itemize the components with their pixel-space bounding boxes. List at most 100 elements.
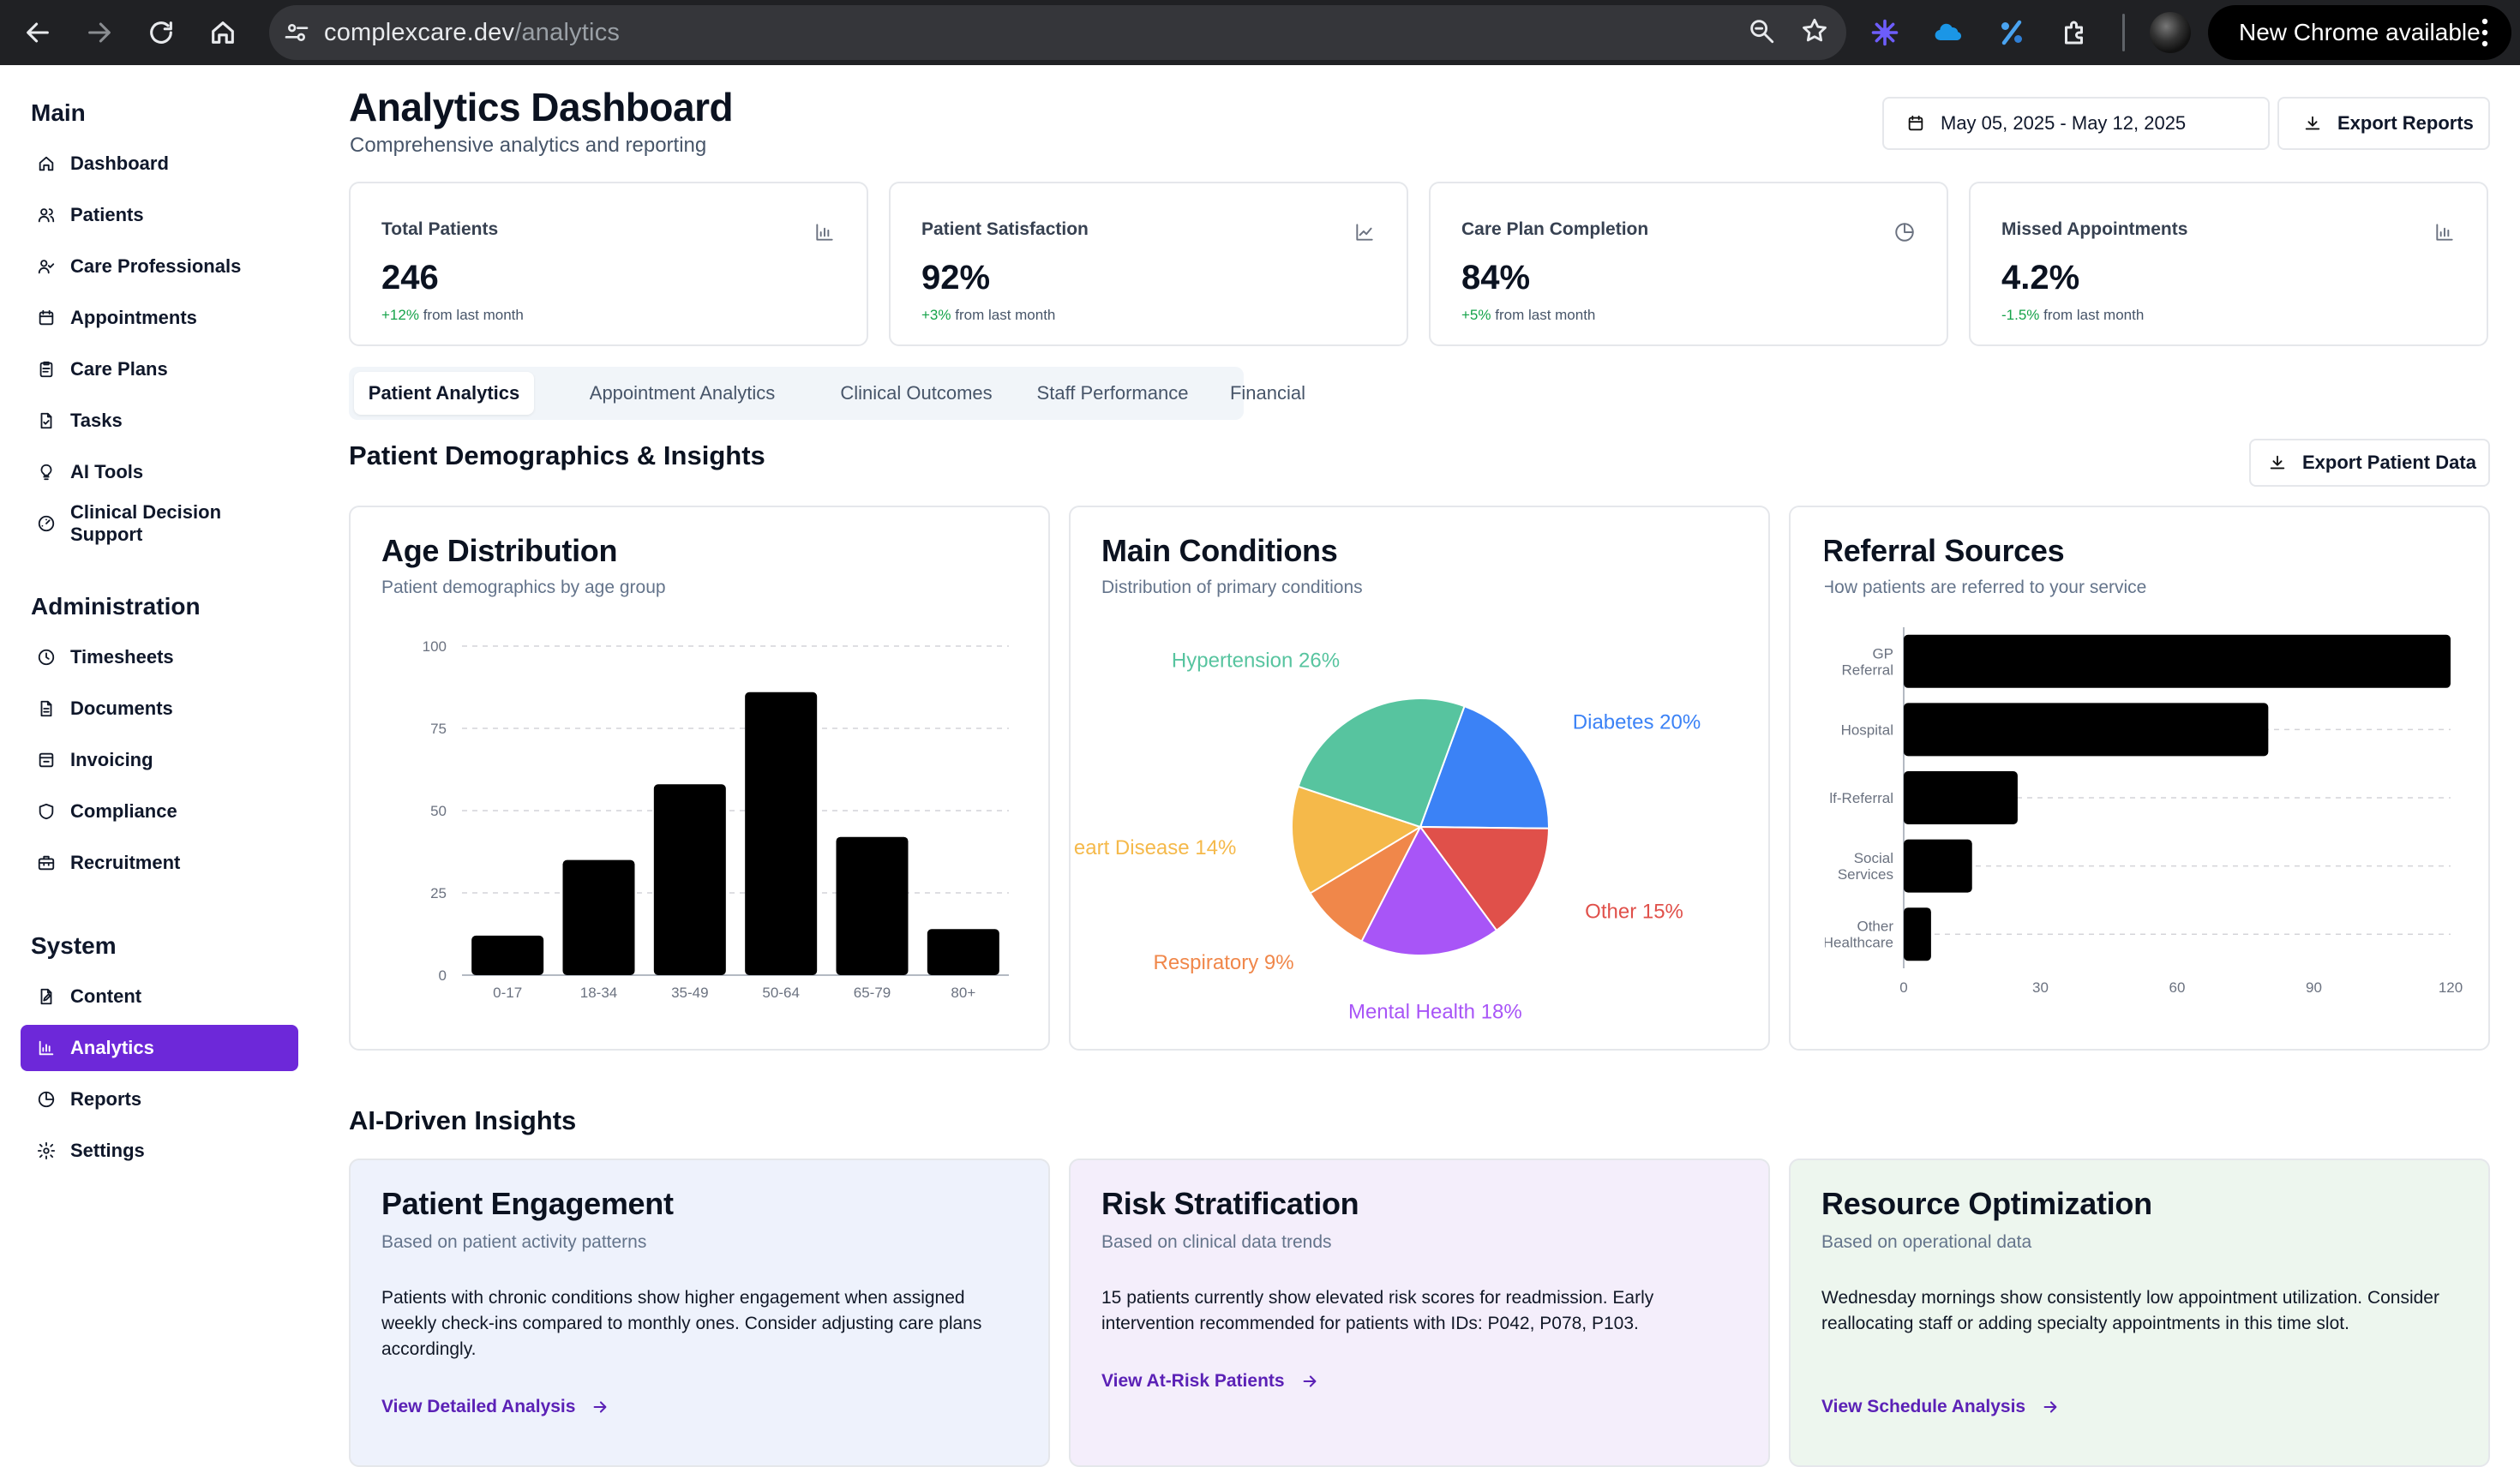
x-tick-label: 35-49 [671,985,708,1001]
sidebar-item-tasks[interactable]: Tasks [21,398,298,444]
pie-label: Mental Health 18% [1348,1000,1522,1023]
zoom-icon[interactable] [1747,16,1776,50]
stat-value: 92% [921,259,991,296]
bar-social-services [1904,839,1972,893]
percent-extension-icon[interactable] [1995,16,2028,49]
x-tick-label: 65-79 [854,985,891,1001]
site-settings-icon[interactable] [269,19,324,46]
sidebar-item-care-professionals[interactable]: Care Professionals [21,243,298,290]
perplexity-extension-icon[interactable] [1869,16,1901,49]
export-patient-data-label: Export Patient Data [2302,452,2476,473]
stat-card-care-plan-completion: Care Plan Completion 84% +5% from last m… [1429,182,1948,346]
stat-change-suffix: from last month [1495,307,1596,323]
tab-appointment-analytics[interactable]: Appointment Analytics [534,372,831,415]
analytics-tabs: Patient Analytics Appointment Analytics Cl… [349,367,1305,420]
calendar-icon [34,306,58,330]
clipboard-icon [34,357,58,381]
sidebar-item-label: Settings [70,1140,145,1161]
toolbar-separator [2122,14,2125,51]
reload-button[interactable] [130,0,192,65]
sidebar-item-settings[interactable]: Settings [21,1128,298,1174]
address-bar[interactable]: complexcare.dev/analytics [269,5,1846,60]
home-button[interactable] [192,0,254,65]
date-range-picker[interactable]: May 05, 2025 - May 12, 2025 [1882,97,2270,150]
insight-link-label: View At-Risk Patients [1101,1371,1285,1391]
stat-change-percent: +3% [921,307,951,323]
arrow-right-icon [594,1401,607,1413]
bar-80+ [927,929,999,975]
back-button[interactable] [7,0,69,65]
sidebar-item-label: AI Tools [70,461,144,482]
sidebar-item-reports[interactable]: Reports [21,1076,298,1123]
bar-hospital [1904,703,2269,757]
sidebar-item-analytics[interactable]: Analytics [21,1025,298,1071]
insight-link[interactable]: View Detailed Analysis [381,1397,609,1417]
file-edit-icon [34,985,58,1009]
sidebar-item-invoicing[interactable]: Invoicing [21,737,298,783]
sidebar-item-label: Clinical Decision Support [69,501,222,545]
pie-label: Hypertension 26% [1172,650,1340,673]
sidebar-item-documents[interactable]: Documents [21,686,298,732]
page-subtitle: Comprehensive analytics and reporting [350,134,707,157]
bar-chart-icon [813,221,836,243]
main-conditions-panel: Main Conditions Distribution of primary … [1069,506,1770,1051]
x-tick-label: 80+ [951,985,975,1001]
arrow-right-icon [2043,1401,2057,1413]
sidebar-item-label: Tasks [70,410,123,431]
shield-icon [34,799,58,823]
sidebar-item-recruitment[interactable]: Recruitment [21,840,298,886]
referral-sources-chart: 0 30 60 90 120 GPReferral Hospital lf-Referral S… [1791,507,2463,1049]
tab-clinical-outcomes[interactable]: Clinical Outcomes [831,372,1002,415]
bar-lf-referral [1904,771,2018,824]
sidebar-item-timesheets[interactable]: Timesheets [21,634,298,680]
file-check-icon [34,409,58,433]
x-tick-label: 0-17 [493,985,522,1001]
pie-chart-icon [1893,221,1916,243]
sidebar-item-label: Compliance [70,800,177,822]
sidebar-item-dashboard[interactable]: Dashboard [21,141,298,187]
forward-button[interactable] [69,0,130,65]
salesforce-cloud-icon[interactable] [1932,16,1965,49]
document-icon [34,697,58,721]
main-conditions-chart: Diabetes 20% Other 15% Mental Health 18% Re… [1074,650,1701,1024]
line-chart-icon [1353,221,1376,243]
bookmark-star-icon[interactable] [1800,16,1829,50]
insight-title: Resource Optimization [1821,1186,2152,1221]
extensions-puzzle-icon[interactable] [2059,16,2091,49]
tab-financial[interactable]: Financial [1223,372,1312,415]
sidebar-item-appointments[interactable]: Appointments [21,295,298,341]
home-icon [34,152,58,176]
x-tick-label: 30 [2032,979,2049,996]
sidebar-item-ai-tools[interactable]: AI Tools [21,449,298,495]
ai-insights-title: AI-Driven Insights [349,1105,577,1135]
sidebar-item-compliance[interactable]: Compliance [21,788,298,835]
bar-65-79 [836,836,909,975]
chrome-update-button[interactable]: New Chrome available [2208,5,2511,60]
insight-link[interactable]: View Schedule Analysis [1821,1397,2060,1417]
sidebar-group-administration: Administration [31,593,201,620]
sidebar-item-label: Care Plans [70,358,168,380]
stat-label: Total Patients [381,219,499,239]
profile-avatar[interactable] [2150,12,2191,53]
sidebar-item-clinical-decision-support[interactable]: Clinical Decision Support [21,500,298,547]
insight-link[interactable]: View At-Risk Patients [1101,1371,1319,1392]
sidebar-item-care-plans[interactable]: Care Plans [21,346,298,392]
arrow-right-icon [88,22,111,43]
tab-staff-performance[interactable]: Staff Performance [1007,372,1218,415]
tab-patient-analytics[interactable]: Patient Analytics [354,372,534,415]
reload-icon [150,21,172,44]
bar-chart-icon [2433,221,2456,243]
pie-chart-icon [34,1087,58,1111]
stat-change-percent: +12% [381,307,419,323]
y-tick-label: Referral [1842,662,1893,678]
pie-label: Respiratory 9% [1154,951,1294,974]
export-patient-data-button[interactable]: Export Patient Data [2249,439,2490,487]
sidebar-item-content[interactable]: Content [21,973,298,1020]
clock-icon [34,645,58,669]
stat-change: +3% from last month [921,307,1055,324]
stat-card-patient-satisfaction: Patient Satisfaction 92% +3% from last m… [889,182,1408,346]
url-text[interactable]: complexcare.dev/analytics [324,19,620,47]
more-menu-icon[interactable] [2481,17,2489,48]
export-reports-button[interactable]: Export Reports [2277,97,2490,150]
sidebar-item-patients[interactable]: Patients [21,192,298,238]
